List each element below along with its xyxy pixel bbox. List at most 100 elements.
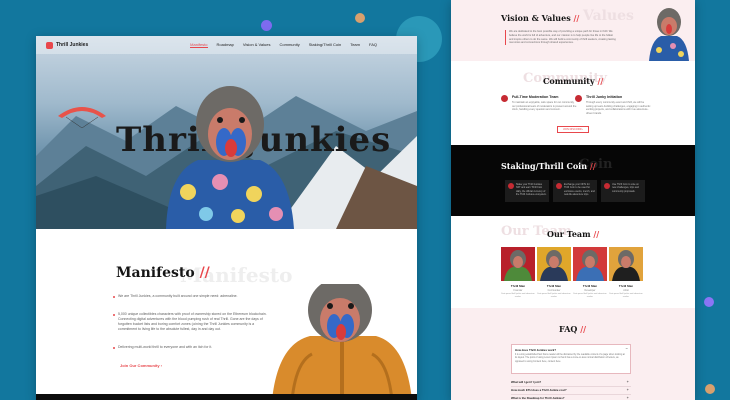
baboon-character-illustration: [166, 86, 294, 229]
nav-link-faq[interactable]: FAQ: [369, 42, 377, 48]
member-name: Thrill Man: [510, 284, 526, 288]
nav-link-team[interactable]: Team: [350, 42, 360, 48]
title-slash: //: [589, 161, 596, 171]
member-role: Co-Founder: [547, 289, 561, 292]
title-slash: //: [597, 76, 604, 86]
team-member-card[interactable]: Thrill Man Developer Fast-paced thrill j…: [573, 247, 607, 299]
manifesto-paragraph: Delivering multi-world thrill to everyon…: [113, 345, 274, 350]
title-slash: //: [593, 229, 600, 239]
logo[interactable]: Thrill Junkies: [46, 41, 89, 49]
nav-link-manifesto[interactable]: Manifesto: [190, 42, 208, 48]
decor-dot: [261, 20, 272, 31]
team-title: Our Team //: [547, 229, 599, 239]
faq-section: FAQ // How does Thrill Junkies work? − I…: [451, 308, 695, 400]
faq-item[interactable]: What is the Roadmap for Thrill Junkies? …: [511, 394, 631, 400]
staking-card-text: Exchange your NFTs for Thrill Coin to be…: [564, 183, 595, 196]
staking-section: Coin Staking/Thrill Coin // Stake your T…: [451, 145, 695, 216]
baboon-puffer-jacket-illustration: [272, 284, 412, 400]
plus-icon: +: [626, 379, 629, 384]
member-role: Founder: [513, 289, 523, 292]
community-section: Community Community // Full-Time Moderat…: [451, 61, 695, 145]
staking-title-text: Staking/Thrill Coin: [501, 161, 588, 171]
top-navigation: Thrill Junkies Manifesto Roadmap Vision …: [36, 36, 417, 54]
team-title-text: Our Team: [547, 229, 591, 239]
join-discord-button[interactable]: JOIN DISCORD ›: [557, 126, 590, 133]
avatar: [573, 247, 607, 281]
member-name: Thrill Man: [618, 284, 634, 288]
manifesto-title: Manifesto //: [116, 265, 210, 281]
star-icon: [575, 95, 582, 102]
nav-links: Manifesto Roadmap Vision & Values Commun…: [190, 42, 407, 48]
member-name: Thrill Man: [546, 284, 562, 288]
member-bio: Fast-paced thrill junkie and adventure s…: [501, 293, 535, 298]
staking-card: Stake your Thrill Junkies NFT and earn T…: [505, 180, 549, 202]
staking-title: Staking/Thrill Coin //: [501, 161, 596, 171]
staking-card: Use Thrill Coin to vote on new challenge…: [601, 180, 645, 202]
decor-dot: [355, 13, 365, 23]
nav-link-vision-values[interactable]: Vision & Values: [243, 42, 271, 48]
faq-title-text: FAQ: [559, 324, 578, 334]
avatar: [501, 247, 535, 281]
title-slash: //: [199, 265, 210, 281]
decor-dot: [705, 384, 715, 394]
faq-answer: It is a long established fact that a rea…: [515, 354, 625, 363]
member-bio: Fast-paced thrill junkie and adventure s…: [609, 293, 643, 298]
team-member-card[interactable]: Thrill Man Founder Fast-paced thrill jun…: [501, 247, 535, 299]
join-community-link[interactable]: Join Our Community ›: [120, 363, 162, 368]
community-title-text: Community: [543, 76, 595, 86]
nav-link-roadmap[interactable]: Roadmap: [217, 42, 234, 48]
faq-question: How much ETH does a Thrill Junkie cost?: [511, 388, 567, 392]
nav-link-community[interactable]: Community: [280, 42, 300, 48]
community-feature-title: Thrill Junky Initiation: [586, 95, 623, 99]
member-name: Thrill Man: [582, 284, 598, 288]
manifesto-title-text: Manifesto: [116, 265, 195, 281]
logo-icon: [46, 41, 53, 49]
community-title: Community //: [543, 76, 603, 86]
baboon-character-illustration: [649, 8, 689, 61]
team-member-card[interactable]: Thrill Man Co-Founder Fast-paced thrill …: [537, 247, 571, 299]
faq-title: FAQ //: [559, 324, 586, 334]
member-bio: Fast-paced thrill junkie and adventure s…: [537, 293, 571, 298]
hero-section: Thrill Junkies Thrill Junkies Manifesto: [36, 36, 417, 229]
title-slash: //: [580, 324, 587, 334]
avatar: [537, 247, 571, 281]
coin-icon: [508, 183, 514, 189]
plus-icon: +: [626, 387, 629, 392]
community-feature-text: To maintain an enjoyable, safe space for…: [512, 101, 577, 111]
faq-question: How does Thrill Junkies work?: [515, 348, 557, 352]
community-feature-title: Full-Time Moderation Team: [512, 95, 559, 99]
homepage-preview: Thrill Junkies Thrill Junkies Manifesto: [36, 36, 417, 400]
footer-bar: [36, 394, 417, 400]
avatar: [609, 247, 643, 281]
member-role: Artist: [623, 289, 629, 292]
title-slash: //: [573, 13, 580, 23]
vision-title-text: Vision & Values: [501, 13, 571, 23]
vision-title: Vision & Values //: [501, 13, 579, 23]
paraglider-icon: [58, 107, 106, 128]
vision-values-section: Values Vision & Values // We are dedicat…: [451, 0, 695, 61]
plus-icon: +: [626, 395, 629, 400]
member-role: Developer: [584, 289, 596, 292]
vision-watermark: Values: [583, 8, 634, 24]
decor-dot: [704, 297, 714, 307]
faq-question: What is the Roadmap for Thrill Junkies?: [511, 396, 565, 400]
manifesto-paragraph: We are Thrill Junkies, a community built…: [113, 294, 274, 299]
vote-icon: [604, 183, 610, 189]
sections-preview: Values Vision & Values // We are dedicat…: [451, 0, 695, 400]
faq-question: What will I get if I join?: [511, 380, 542, 384]
manifesto-paragraph: 5,000 unique collectibles characters wit…: [113, 312, 274, 332]
staking-card-text: Stake your Thrill Junkies NFT and earn T…: [516, 183, 547, 196]
minus-icon: −: [625, 346, 628, 351]
vision-text: We are dedicated to the best possible wa…: [505, 30, 617, 46]
shield-icon: [501, 95, 508, 102]
faq-item-expanded[interactable]: How does Thrill Junkies work? − It is a …: [511, 344, 631, 374]
community-feature-text: Through every community event and thrill…: [586, 101, 651, 115]
logo-text: Thrill Junkies: [56, 42, 89, 48]
team-member-card[interactable]: Thrill Man Artist Fast-paced thrill junk…: [609, 247, 643, 299]
manifesto-section: Manifesto Manifesto // We are Thrill Jun…: [36, 229, 417, 400]
nav-link-staking[interactable]: Staking/Thrill Coin: [309, 42, 341, 48]
staking-card-text: Use Thrill Coin to vote on new challenge…: [612, 183, 639, 193]
staking-card: Exchange your NFTs for Thrill Coin to be…: [553, 180, 597, 202]
member-bio: Fast-paced thrill junkie and adventure s…: [573, 293, 607, 298]
team-section: Our Team Our Team // Thrill Man Founder …: [451, 216, 695, 308]
